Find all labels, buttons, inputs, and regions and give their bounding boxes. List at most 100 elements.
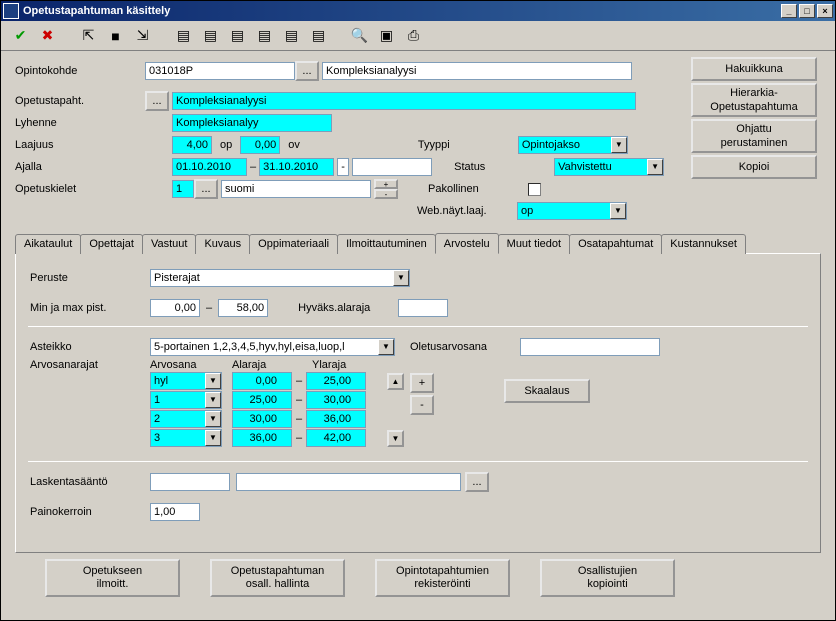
- laajuus-label: Laajuus: [15, 139, 145, 151]
- ajalla-from-input[interactable]: [172, 158, 247, 176]
- opintokohde-name-input[interactable]: [322, 62, 632, 80]
- ajalla-label: Ajalla: [15, 161, 145, 173]
- peruste-label: Peruste: [30, 272, 150, 284]
- opetukseen-ilmoitt-button[interactable]: Opetukseen ilmoitt.: [45, 559, 180, 597]
- nav-4-button[interactable]: ▤: [253, 25, 276, 47]
- tab-kustannukset[interactable]: Kustannukset: [661, 234, 746, 254]
- save-button[interactable]: ■: [104, 25, 127, 47]
- nav-5-button[interactable]: ▤: [280, 25, 303, 47]
- ylaraja-input[interactable]: [306, 429, 366, 447]
- sheet-button[interactable]: ▣: [375, 25, 398, 47]
- titlebar: Opetustapahtuman käsittely _ □ ×: [1, 1, 835, 21]
- tab-arvostelu[interactable]: Arvostelu: [435, 233, 499, 254]
- laskenta-name-input[interactable]: [236, 473, 461, 491]
- kopioi-button[interactable]: Kopioi: [691, 155, 817, 179]
- cancel-button[interactable]: ✖: [36, 25, 59, 47]
- opintokohde-code-input[interactable]: [145, 62, 295, 80]
- lyhenne-label: Lyhenne: [15, 117, 145, 129]
- skaalaus-button[interactable]: Skaalaus: [504, 379, 590, 403]
- arvosanarajat-label: Arvosanarajat: [30, 359, 150, 371]
- chevron-down-icon: ▼: [393, 270, 409, 286]
- oletus-input[interactable]: [520, 338, 660, 356]
- lang-plus-button[interactable]: +: [374, 179, 398, 189]
- alaraja-input[interactable]: [232, 410, 292, 428]
- chevron-down-icon: ▼: [205, 392, 221, 408]
- content: Hakuikkuna Hierarkia- Opetustapahtuma Oh…: [1, 51, 835, 620]
- opintokohde-label: Opintokohde: [15, 65, 145, 77]
- nav-first-button[interactable]: ▤: [172, 25, 195, 47]
- opetuskielet-lang-input[interactable]: [221, 180, 371, 198]
- nav-prev-button[interactable]: ▤: [199, 25, 222, 47]
- status-select[interactable]: Vahvistettu▼: [554, 158, 664, 176]
- min-pist-input[interactable]: [150, 299, 200, 317]
- ajalla-to-input[interactable]: [259, 158, 334, 176]
- search-button[interactable]: 🔍: [348, 25, 371, 47]
- nav-next-button[interactable]: ▤: [226, 25, 249, 47]
- row-remove-button[interactable]: -: [410, 395, 434, 415]
- laajuus-ov-input[interactable]: [240, 136, 280, 154]
- laskenta-code-input[interactable]: [150, 473, 230, 491]
- opetuskielet-lookup-button[interactable]: ...: [194, 179, 218, 199]
- tab-kuvaus[interactable]: Kuvaus: [195, 234, 250, 254]
- tab-muut-tiedot[interactable]: Muut tiedot: [498, 234, 570, 254]
- row-add-button[interactable]: +: [410, 373, 434, 393]
- ajalla-extra2-input[interactable]: [352, 158, 432, 176]
- ajalla-extra-input[interactable]: [337, 158, 349, 176]
- grade-row: 3▼–: [150, 429, 372, 447]
- footer-buttons: Opetukseen ilmoitt. Opetustapahtuman osa…: [15, 553, 821, 603]
- goto-button[interactable]: ⇱: [77, 25, 100, 47]
- grade-select[interactable]: 3▼: [150, 429, 222, 447]
- opetustapaht-lookup-button[interactable]: ...: [145, 91, 169, 111]
- laskenta-lookup-button[interactable]: ...: [465, 472, 489, 492]
- peruste-select[interactable]: Pisterajat▼: [150, 269, 410, 287]
- maximize-button[interactable]: □: [799, 4, 815, 18]
- alaraja-input[interactable]: [232, 429, 292, 447]
- pakollinen-label: Pakollinen: [428, 183, 528, 195]
- tab-aikataulut[interactable]: Aikataulut: [15, 234, 81, 254]
- export-button[interactable]: ⇲: [131, 25, 154, 47]
- minimize-button[interactable]: _: [781, 4, 797, 18]
- tab-oppimateriaali[interactable]: Oppimateriaali: [249, 234, 338, 254]
- opintokohde-lookup-button[interactable]: ...: [295, 61, 319, 81]
- osallistujien-kopiointi-button[interactable]: Osallistujien kopiointi: [540, 559, 675, 597]
- opetustapaht-input[interactable]: [172, 92, 636, 110]
- print-button[interactable]: ⎙: [402, 25, 425, 47]
- hierarkia-button[interactable]: Hierarkia- Opetustapahtuma: [691, 83, 817, 117]
- alaraja-input[interactable]: [232, 372, 292, 390]
- lang-minus-button[interactable]: -: [374, 189, 398, 199]
- hyvaks-label: Hyväks.alaraja: [298, 302, 398, 314]
- ylaraja-input[interactable]: [306, 372, 366, 390]
- painokerroin-input[interactable]: [150, 503, 200, 521]
- pakollinen-checkbox[interactable]: [528, 183, 541, 196]
- tyyppi-label: Tyyppi: [418, 139, 518, 151]
- asteikko-select[interactable]: 5-portainen 1,2,3,4,5,hyv,hyl,eisa,luop,…: [150, 338, 395, 356]
- grade-row: 1▼–: [150, 391, 372, 409]
- max-pist-input[interactable]: [218, 299, 268, 317]
- opetuskielet-n-input[interactable]: [172, 180, 194, 198]
- hyvaks-input[interactable]: [398, 299, 448, 317]
- tab-osatapahtumat[interactable]: Osatapahtumat: [569, 234, 662, 254]
- ohjattu-button[interactable]: Ohjattu perustaminen: [691, 119, 817, 153]
- webnayt-select[interactable]: op▼: [517, 202, 627, 220]
- ylaraja-input[interactable]: [306, 391, 366, 409]
- laajuus-op-input[interactable]: [172, 136, 212, 154]
- alaraja-input[interactable]: [232, 391, 292, 409]
- grade-select[interactable]: 2▼: [150, 410, 222, 428]
- tab-ilmoittautuminen[interactable]: Ilmoittautuminen: [337, 234, 436, 254]
- accept-button[interactable]: ✔: [9, 25, 32, 47]
- grade-select[interactable]: 1▼: [150, 391, 222, 409]
- ylaraja-input[interactable]: [306, 410, 366, 428]
- lyhenne-input[interactable]: [172, 114, 332, 132]
- tab-vastuut[interactable]: Vastuut: [142, 234, 197, 254]
- tab-opettajat[interactable]: Opettajat: [80, 234, 143, 254]
- scroll-up-button[interactable]: ▲: [387, 373, 404, 390]
- osall-hallinta-button[interactable]: Opetustapahtuman osall. hallinta: [210, 559, 345, 597]
- nav-last-button[interactable]: ▤: [307, 25, 330, 47]
- close-button[interactable]: ×: [817, 4, 833, 18]
- hakuikkuna-button[interactable]: Hakuikkuna: [691, 57, 817, 81]
- rekisterointi-button[interactable]: Opintotapahtumien rekisteröinti: [375, 559, 510, 597]
- grade-select[interactable]: hyl▼: [150, 372, 222, 390]
- scroll-down-button[interactable]: ▼: [387, 430, 404, 447]
- tyyppi-select[interactable]: Opintojakso▼: [518, 136, 628, 154]
- laskenta-label: Laskentasääntö: [30, 476, 150, 488]
